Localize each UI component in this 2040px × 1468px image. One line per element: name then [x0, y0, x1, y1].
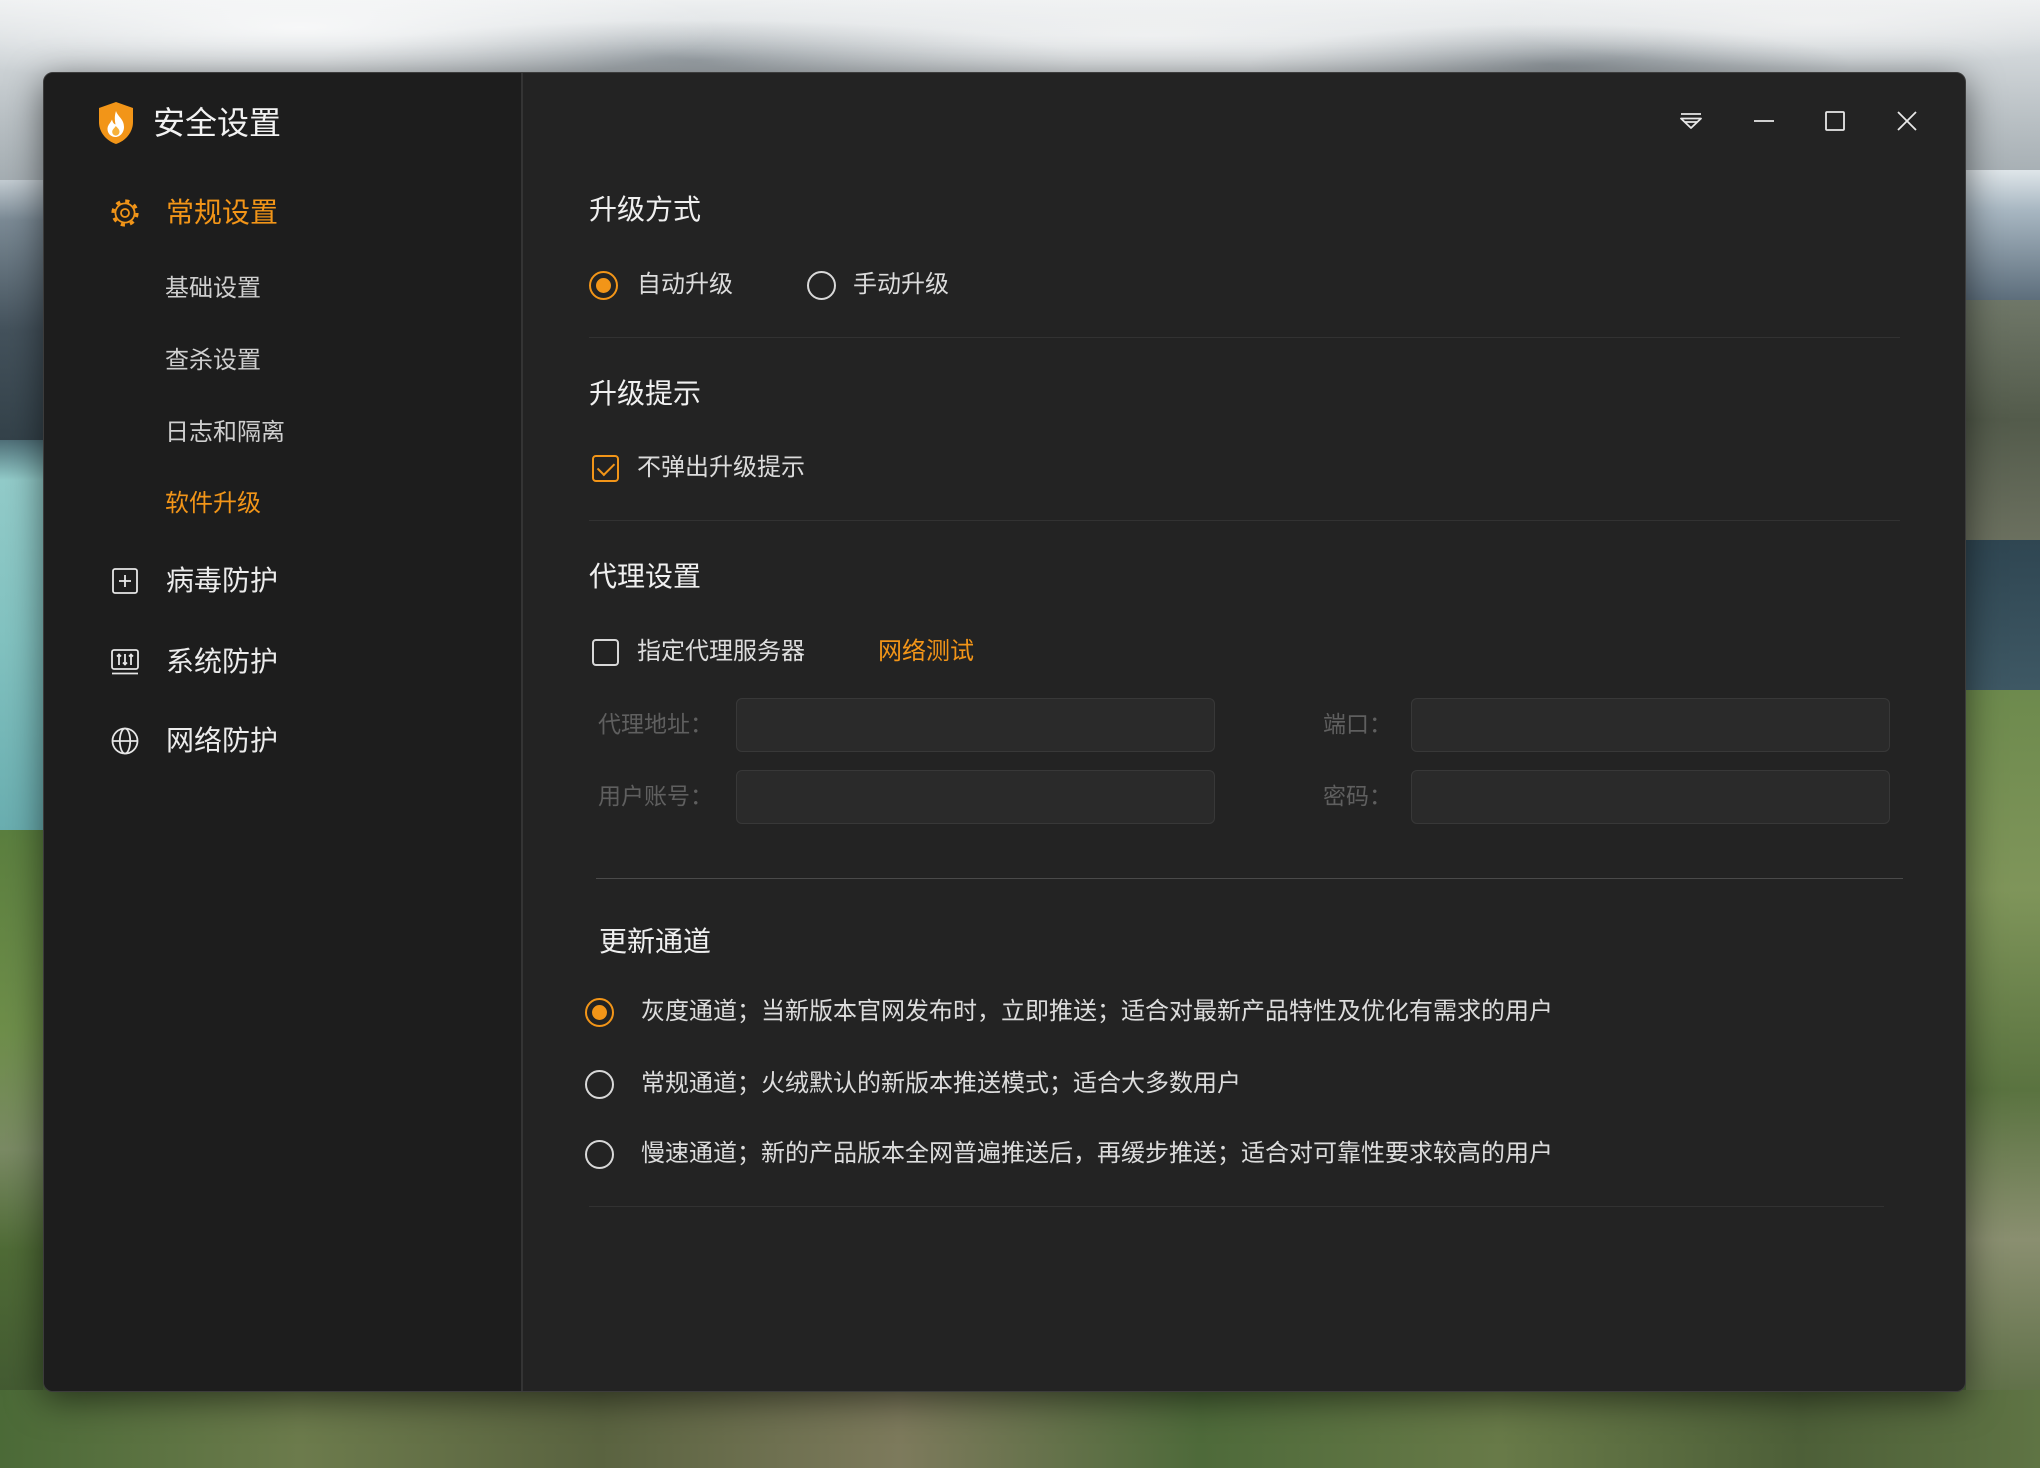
background-mountain-left	[0, 180, 43, 440]
no-upgrade-popup-option[interactable]: 不弹出升级提示	[592, 450, 832, 486]
slow-channel-option[interactable]: 慢速通道；新的产品版本全网普遍推送后，再缓步推送；适合对可靠性要求较高的用户	[585, 1136, 1575, 1172]
proxy-address-input[interactable]	[736, 698, 1215, 752]
proxy-port-input[interactable]	[1411, 698, 1890, 752]
nav-software-upgrade[interactable]: 软件升级	[44, 482, 521, 526]
nav-basic-settings[interactable]: 基础设置	[44, 267, 521, 311]
no-upgrade-popup-checkbox[interactable]	[592, 455, 619, 482]
minimize-icon	[1754, 120, 1774, 122]
globe-icon	[109, 725, 141, 757]
nav-virus-protection[interactable]: 病毒防护	[44, 557, 521, 605]
use-proxy-checkbox[interactable]	[592, 639, 619, 666]
shield-flame-icon	[96, 100, 136, 146]
monitor-sliders-icon	[109, 646, 141, 678]
manual-upgrade-radio[interactable]	[807, 271, 836, 300]
nav-general-settings-label: 常规设置	[166, 197, 279, 228]
nav-scan-settings-label: 查杀设置	[165, 347, 261, 374]
proxy-password-input[interactable]	[1411, 770, 1890, 824]
use-proxy-option[interactable]: 指定代理服务器	[592, 634, 822, 670]
app-title: 安全设置	[153, 105, 282, 141]
background-lake-left	[0, 440, 43, 830]
plus-square-icon	[109, 565, 141, 597]
proxy-username-input[interactable]	[736, 770, 1215, 824]
upgrade-prompt-heading: 升级提示	[589, 378, 702, 409]
proxy-port-label: 端口：	[1323, 711, 1392, 737]
background-lake-right	[1966, 540, 2040, 690]
regular-channel-option[interactable]: 常规通道；火绒默认的新版本推送模式；适合大多数用户	[585, 1066, 1575, 1102]
nav-network-protection[interactable]: 网络防护	[44, 717, 521, 765]
section-divider	[596, 878, 1903, 879]
close-icon	[1897, 111, 1917, 131]
background-ground-left	[0, 830, 43, 1468]
regular-channel-radio[interactable]	[585, 1070, 614, 1099]
gear-icon	[109, 197, 141, 229]
regular-channel-label: 常规通道；火绒默认的新版本推送模式；适合大多数用户	[641, 1070, 1241, 1097]
gray-channel-option[interactable]: 灰度通道；当新版本官网发布时，立即推送；适合对最新产品特性及优化有需求的用户	[585, 994, 1575, 1030]
gray-channel-radio[interactable]	[585, 998, 614, 1027]
maximize-button[interactable]	[1821, 107, 1849, 135]
auto-upgrade-option[interactable]: 自动升级	[589, 267, 749, 303]
update-channel-heading: 更新通道	[599, 926, 712, 957]
nav-system-protection-label: 系统防护	[166, 646, 279, 677]
nav-logs-quarantine[interactable]: 日志和隔离	[44, 411, 521, 455]
background-cliff-right	[1966, 300, 2040, 540]
nav-scan-settings[interactable]: 查杀设置	[44, 339, 521, 383]
background-ground-bottom	[0, 1390, 2040, 1468]
proxy-address-label: 代理地址：	[598, 711, 713, 737]
slow-channel-radio[interactable]	[585, 1140, 614, 1169]
manual-upgrade-label: 手动升级	[853, 271, 949, 298]
nav-network-protection-label: 网络防护	[166, 725, 279, 756]
proxy-password-label: 密码：	[1323, 783, 1392, 809]
proxy-username-label: 用户账号：	[598, 783, 713, 809]
section-divider	[589, 520, 1900, 521]
manual-upgrade-option[interactable]: 手动升级	[807, 267, 967, 303]
close-button[interactable]	[1893, 107, 1921, 135]
settings-window: 安全设置 常规设置 基础设置 查杀设置 日志和隔离 软件升级 病毒防护 系统防护…	[43, 72, 1966, 1392]
section-divider	[589, 1206, 1884, 1207]
maximize-icon	[1825, 111, 1845, 131]
nav-system-protection[interactable]: 系统防护	[44, 638, 521, 686]
proxy-settings-heading: 代理设置	[589, 561, 702, 592]
network-test-link[interactable]: 网络测试	[878, 634, 974, 670]
gray-channel-label: 灰度通道；当新版本官网发布时，立即推送；适合对最新产品特性及优化有需求的用户	[641, 998, 1553, 1025]
minimize-button[interactable]	[1750, 107, 1778, 135]
auto-upgrade-label: 自动升级	[637, 271, 733, 298]
no-upgrade-popup-label: 不弹出升级提示	[637, 454, 805, 481]
background-mountain-right	[1966, 170, 2040, 300]
background-ground-right	[1966, 690, 2040, 1468]
nav-logs-quarantine-label: 日志和隔离	[165, 419, 285, 446]
sidebar: 安全设置 常规设置 基础设置 查杀设置 日志和隔离 软件升级 病毒防护 系统防护…	[44, 73, 523, 1391]
use-proxy-label: 指定代理服务器	[637, 638, 805, 665]
section-divider	[589, 337, 1900, 338]
auto-upgrade-radio[interactable]	[589, 271, 618, 300]
nav-general-settings[interactable]: 常规设置	[44, 189, 521, 237]
nav-software-upgrade-label: 软件升级	[165, 490, 261, 517]
nav-virus-protection-label: 病毒防护	[166, 565, 279, 596]
menu-button[interactable]	[1677, 107, 1705, 135]
nav-basic-settings-label: 基础设置	[165, 275, 261, 302]
slow-channel-label: 慢速通道；新的产品版本全网普遍推送后，再缓步推送；适合对可靠性要求较高的用户	[641, 1140, 1553, 1167]
dropdown-menu-icon	[1680, 113, 1702, 129]
upgrade-mode-heading: 升级方式	[589, 194, 702, 225]
